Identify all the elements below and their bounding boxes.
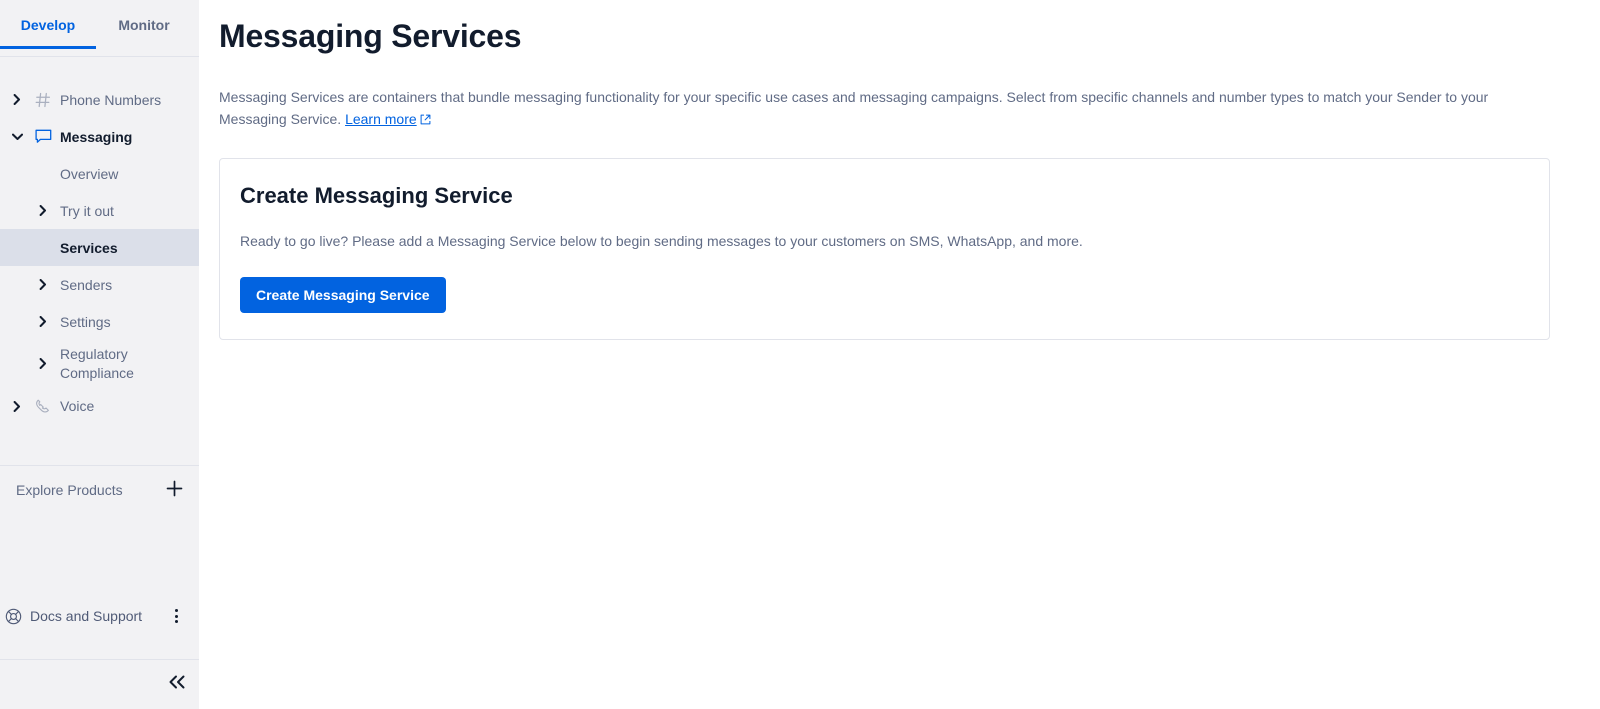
- tab-develop-label: Develop: [20, 17, 76, 33]
- sidebar-item-services[interactable]: Services: [0, 229, 199, 266]
- chevron-right-icon: [4, 94, 30, 105]
- create-messaging-service-button[interactable]: Create Messaging Service: [240, 277, 446, 313]
- sidebar-item-label: Voice: [60, 398, 95, 415]
- card-title: Create Messaging Service: [240, 183, 513, 208]
- sidebar-item-label: Overview: [60, 165, 119, 182]
- sidebar-item-settings[interactable]: Settings: [0, 303, 199, 340]
- chevron-right-icon: [4, 400, 30, 412]
- sidebar-item-label: Try it out: [60, 202, 114, 219]
- sidebar: Develop Monitor Phone Numbers Messaging …: [0, 0, 199, 709]
- kebab-menu-icon[interactable]: [167, 609, 185, 623]
- chevron-right-icon: [30, 358, 56, 370]
- sidebar-tabs: Develop Monitor: [0, 0, 199, 57]
- double-chevron-left-icon: [168, 675, 186, 694]
- sidebar-item-regulatory-compliance[interactable]: Regulatory Compliance: [0, 340, 199, 388]
- sidebar-item-voice[interactable]: Voice: [0, 388, 199, 425]
- sidebar-item-try-it-out[interactable]: Try it out: [0, 192, 199, 229]
- plus-icon[interactable]: [166, 480, 183, 501]
- lifebuoy-icon: [0, 608, 26, 625]
- sidebar-item-label: Regulatory Compliance: [60, 346, 134, 381]
- main-content: Messaging Services Messaging Services ar…: [199, 0, 1600, 709]
- sidebar-nav: Phone Numbers Messaging Overview Try it …: [0, 57, 199, 425]
- chevron-right-icon: [30, 279, 56, 290]
- page-description: Messaging Services are containers that b…: [219, 56, 1550, 131]
- sidebar-item-label: Services: [60, 239, 118, 256]
- tab-develop[interactable]: Develop: [0, 18, 96, 49]
- sidebar-item-senders[interactable]: Senders: [0, 266, 199, 303]
- page-title: Messaging Services: [219, 18, 522, 54]
- sidebar-item-messaging[interactable]: Messaging: [0, 118, 199, 155]
- collapse-sidebar-button[interactable]: [0, 659, 199, 709]
- chevron-down-icon: [4, 133, 30, 141]
- hash-icon: [30, 92, 56, 108]
- chevron-right-icon: [30, 205, 56, 216]
- sidebar-item-label: Settings: [60, 313, 111, 330]
- chat-bubble-icon: [30, 129, 56, 145]
- sidebar-item-overview[interactable]: Overview: [0, 155, 199, 192]
- create-messaging-service-card: Create Messaging Service Ready to go liv…: [219, 158, 1550, 340]
- phone-handset-icon: [30, 398, 56, 414]
- chevron-right-icon: [30, 316, 56, 327]
- sidebar-item-label: Messaging: [60, 128, 133, 145]
- learn-more-label: Learn more: [345, 111, 417, 127]
- sidebar-item-label: Phone Numbers: [60, 91, 162, 108]
- explore-products-row[interactable]: Explore Products: [0, 466, 199, 514]
- docs-and-support-label: Docs and Support: [30, 608, 143, 624]
- learn-more-link[interactable]: Learn more: [345, 111, 417, 127]
- docs-and-support-row[interactable]: Docs and Support: [0, 598, 199, 634]
- app-root: Develop Monitor Phone Numbers Messaging …: [0, 0, 1600, 709]
- tab-monitor-label: Monitor: [118, 17, 170, 33]
- sidebar-item-label: Senders: [60, 276, 113, 293]
- explore-products-label: Explore Products: [16, 482, 123, 498]
- sidebar-item-phone-numbers[interactable]: Phone Numbers: [0, 81, 199, 118]
- card-description: Ready to go live? Please add a Messaging…: [240, 233, 1083, 249]
- external-link-icon: [420, 109, 431, 131]
- tab-monitor[interactable]: Monitor: [96, 18, 192, 49]
